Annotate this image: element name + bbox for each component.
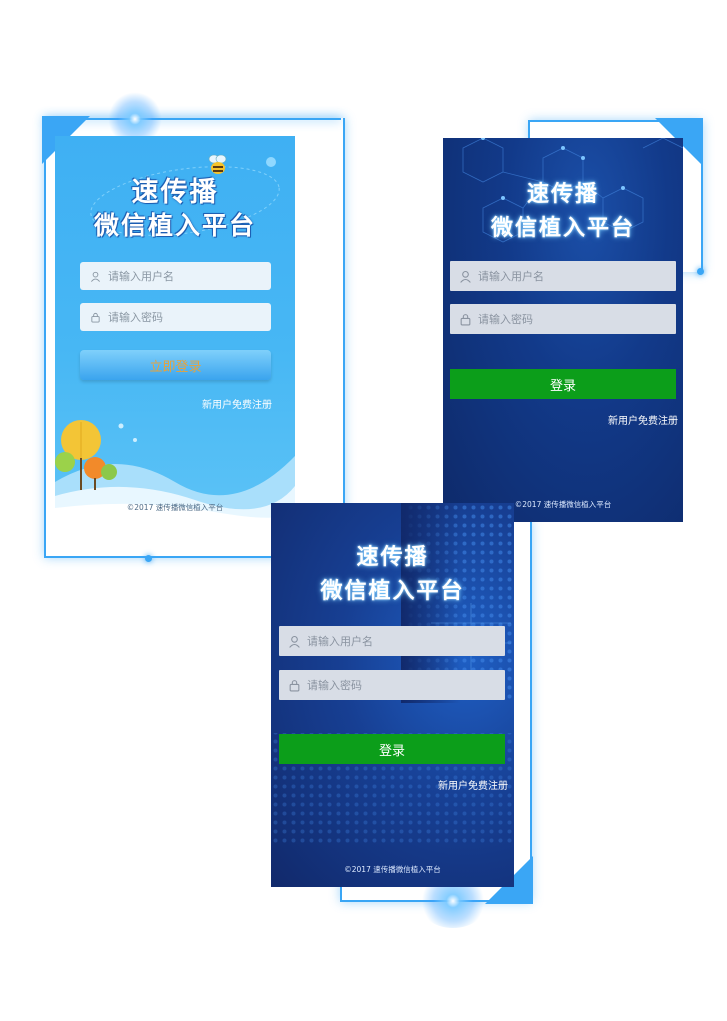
frame-right-dot [697, 268, 704, 275]
app-subtitle: 微信植入平台 [93, 211, 256, 240]
app-title: 速传播 [356, 545, 429, 570]
lock-icon [458, 312, 472, 326]
app-title: 速传播 [131, 177, 219, 208]
login-screen-dark-hex: 速传播 微信植入平台 请输入用户名 请输入密码 登录 新用户免费注册 ©2017… [443, 138, 683, 522]
login-screen-dark-circuit: 速传播 微信植入平台 请输入用户名 请输入密码 登录 新用户免费注册 ©2017… [271, 503, 514, 887]
app-subtitle: 微信植入平台 [490, 216, 635, 241]
footer-copyright: ©2017 速传播微信植入平台 [126, 503, 224, 512]
register-link[interactable]: 新用户免费注册 [202, 396, 272, 411]
password-input[interactable]: 请输入密码 [80, 303, 271, 331]
register-link[interactable]: 新用户免费注册 [608, 412, 678, 427]
password-input[interactable]: 请输入密码 [450, 304, 676, 334]
app-title: 速传播 [526, 182, 599, 207]
footer-copyright: ©2017 速传播微信植入平台 [344, 865, 441, 874]
password-placeholder: 请输入密码 [478, 313, 533, 326]
login-button[interactable]: 登录 [279, 734, 505, 764]
username-input[interactable]: 请输入用户名 [450, 261, 676, 291]
username-placeholder: 请输入用户名 [478, 270, 544, 283]
login-screen-light: 速传播 微信植入平台 请输入用户名 请输入密码 立即登录 新用户免费注册 ©20… [55, 136, 295, 522]
password-placeholder: 请输入密码 [108, 311, 163, 324]
frame-left-dot [145, 555, 152, 562]
user-icon [458, 269, 472, 283]
username-input[interactable]: 请输入用户名 [80, 262, 271, 290]
login-button[interactable]: 登录 [450, 369, 676, 399]
user-icon [88, 269, 102, 283]
frame-right-vertical [528, 120, 530, 140]
lock-icon [287, 678, 301, 692]
login-button[interactable]: 立即登录 [80, 350, 271, 380]
username-placeholder: 请输入用户名 [307, 635, 373, 648]
tree-icon [55, 420, 117, 490]
password-placeholder: 请输入密码 [307, 679, 362, 692]
username-input[interactable]: 请输入用户名 [279, 626, 505, 656]
lock-icon [88, 310, 102, 324]
user-icon [287, 634, 301, 648]
register-link[interactable]: 新用户免费注册 [438, 777, 508, 792]
password-input[interactable]: 请输入密码 [279, 670, 505, 700]
app-subtitle: 微信植入平台 [320, 579, 465, 604]
username-placeholder: 请输入用户名 [108, 270, 174, 283]
